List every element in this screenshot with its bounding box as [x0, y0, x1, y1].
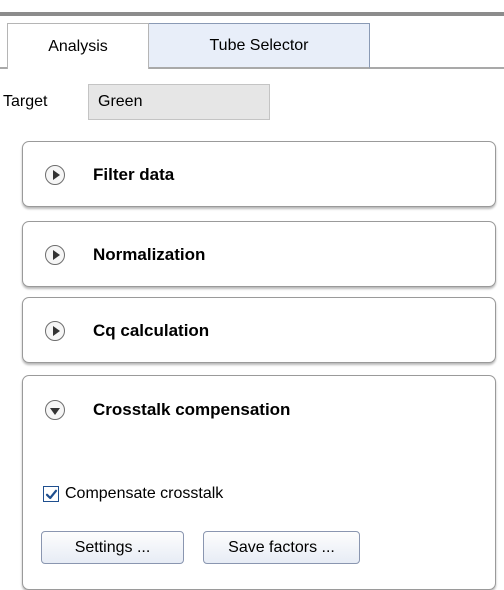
target-row: Target Green: [0, 84, 270, 120]
expand-arrow-icon[interactable]: [45, 245, 65, 265]
compensate-crosstalk-label: Compensate crosstalk: [65, 485, 224, 502]
settings-button[interactable]: Settings ...: [41, 531, 184, 564]
compensate-crosstalk-row: Compensate crosstalk: [43, 485, 223, 503]
panel-normalization: Normalization: [22, 221, 496, 287]
panel-crosstalk-compensation: Crosstalk compensation Compensate crosst…: [22, 375, 496, 590]
top-divider: [0, 12, 504, 16]
panel-title: Crosstalk compensation: [93, 400, 291, 419]
panel-title: Normalization: [93, 245, 206, 264]
panel-filter-data-header[interactable]: Filter data: [23, 142, 495, 208]
tab-tube-selector[interactable]: Tube Selector: [148, 23, 370, 69]
target-value: Green: [98, 93, 143, 110]
checkmark-icon: [45, 489, 57, 499]
collapse-arrow-icon[interactable]: [45, 400, 65, 420]
panel-cq-calculation: Cq calculation: [22, 297, 496, 363]
save-factors-button[interactable]: Save factors ...: [203, 531, 360, 564]
compensate-crosstalk-checkbox[interactable]: [43, 486, 59, 502]
tab-bar: Analysis Tube Selector: [0, 23, 504, 69]
panel-title: Filter data: [93, 165, 175, 184]
panel-normalization-header[interactable]: Normalization: [23, 222, 495, 288]
tab-tube-selector-label: Tube Selector: [209, 36, 309, 54]
panel-title: Cq calculation: [93, 321, 210, 340]
panel-filter-data: Filter data: [22, 141, 496, 207]
expand-arrow-icon[interactable]: [45, 321, 65, 341]
target-field: Green: [88, 84, 270, 120]
tab-analysis[interactable]: Analysis: [7, 23, 149, 69]
panel-cq-calculation-header[interactable]: Cq calculation: [23, 298, 495, 364]
target-label: Target: [3, 93, 48, 110]
tab-analysis-label: Analysis: [48, 37, 108, 55]
expand-arrow-icon[interactable]: [45, 165, 65, 185]
panel-crosstalk-header[interactable]: Crosstalk compensation: [23, 376, 495, 444]
